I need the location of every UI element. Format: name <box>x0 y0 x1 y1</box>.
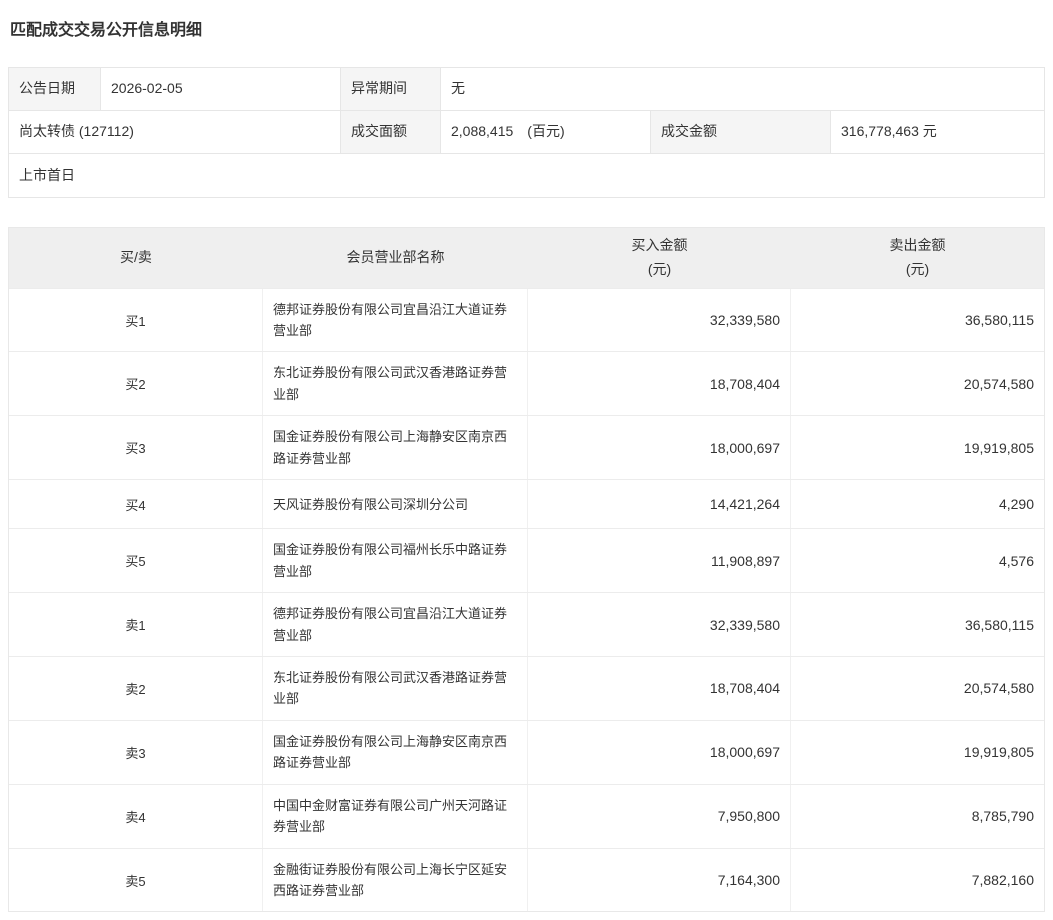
row-buy-amount: 18,708,404 <box>528 657 791 720</box>
table-row: 卖3 国金证券股份有限公司上海静安区南京西路证券营业部 18,000,697 1… <box>9 720 1044 784</box>
row-buy-amount: 32,339,580 <box>528 593 791 656</box>
row-buy-amount: 14,421,264 <box>528 480 791 528</box>
trade-table: 买/卖 会员营业部名称 买入金额 (元) 卖出金额 (元) 买1 德邦证券股份有… <box>8 227 1045 912</box>
row-sell-amount: 36,580,115 <box>791 593 1044 656</box>
row-branch-name: 德邦证券股份有限公司宜昌沿江大道证券营业部 <box>263 289 528 352</box>
row-side: 卖3 <box>9 721 263 784</box>
row-sell-amount: 4,576 <box>791 529 1044 592</box>
row-side: 卖1 <box>9 593 263 656</box>
row-sell-amount: 8,785,790 <box>791 785 1044 848</box>
face-value-label: 成交面额 <box>341 111 441 153</box>
row-sell-amount: 36,580,115 <box>791 289 1044 352</box>
row-side: 卖5 <box>9 849 263 912</box>
header-sell-amount-line1: 卖出金额 <box>890 234 946 258</box>
info-row-note: 上市首日 <box>9 154 1044 197</box>
page: 匹配成交交易公开信息明细 公告日期 2026-02-05 异常期间 无 尚太转债… <box>0 0 1053 920</box>
header-branch-name: 会员营业部名称 <box>263 228 528 288</box>
amount-value: 316,778,463 元 <box>831 111 1044 153</box>
row-branch-name: 德邦证券股份有限公司宜昌沿江大道证券营业部 <box>263 593 528 656</box>
table-body: 买1 德邦证券股份有限公司宜昌沿江大道证券营业部 32,339,580 36,5… <box>9 288 1044 912</box>
row-buy-amount: 32,339,580 <box>528 289 791 352</box>
face-value: 2,088,415 <box>451 122 513 142</box>
row-side: 买1 <box>9 289 263 352</box>
row-branch-name: 东北证券股份有限公司武汉香港路证券营业部 <box>263 352 528 415</box>
row-buy-amount: 18,000,697 <box>528 416 791 479</box>
table-row: 买2 东北证券股份有限公司武汉香港路证券营业部 18,708,404 20,57… <box>9 351 1044 415</box>
row-sell-amount: 20,574,580 <box>791 657 1044 720</box>
row-branch-name: 金融街证券股份有限公司上海长宁区延安西路证券营业部 <box>263 849 528 912</box>
table-row: 买3 国金证券股份有限公司上海静安区南京西路证券营业部 18,000,697 1… <box>9 415 1044 479</box>
row-branch-name: 国金证券股份有限公司福州长乐中路证券营业部 <box>263 529 528 592</box>
row-branch-name: 东北证券股份有限公司武汉香港路证券营业部 <box>263 657 528 720</box>
listing-note: 上市首日 <box>9 154 1044 197</box>
header-buy-amount-line1: 买入金额 <box>632 234 688 258</box>
table-row: 买4 天风证券股份有限公司深圳分公司 14,421,264 4,290 <box>9 479 1044 528</box>
header-buy-amount-unit: (元) <box>648 258 671 282</box>
row-side: 卖2 <box>9 657 263 720</box>
table-row: 卖1 德邦证券股份有限公司宜昌沿江大道证券营业部 32,339,580 36,5… <box>9 592 1044 656</box>
abnormal-period-label: 异常期间 <box>341 68 441 110</box>
table-row: 买5 国金证券股份有限公司福州长乐中路证券营业部 11,908,897 4,57… <box>9 528 1044 592</box>
amount-label: 成交金额 <box>651 111 831 153</box>
security-name: 尚太转债 (127112) <box>9 111 341 153</box>
row-side: 卖4 <box>9 785 263 848</box>
row-side: 买4 <box>9 480 263 528</box>
row-side: 买5 <box>9 529 263 592</box>
row-side: 买2 <box>9 352 263 415</box>
row-buy-amount: 11,908,897 <box>528 529 791 592</box>
page-title: 匹配成交交易公开信息明细 <box>10 16 1045 40</box>
announce-date-label: 公告日期 <box>9 68 101 110</box>
row-sell-amount: 7,882,160 <box>791 849 1044 912</box>
row-branch-name: 中国中金财富证券有限公司广州天河路证券营业部 <box>263 785 528 848</box>
header-side: 买/卖 <box>9 228 263 288</box>
row-branch-name: 国金证券股份有限公司上海静安区南京西路证券营业部 <box>263 416 528 479</box>
row-sell-amount: 19,919,805 <box>791 416 1044 479</box>
table-row: 卖5 金融街证券股份有限公司上海长宁区延安西路证券营业部 7,164,300 7… <box>9 848 1044 912</box>
abnormal-period-value: 无 <box>441 68 1044 110</box>
info-row-date: 公告日期 2026-02-05 异常期间 无 <box>9 68 1044 111</box>
row-branch-name: 天风证券股份有限公司深圳分公司 <box>263 480 528 528</box>
row-side: 买3 <box>9 416 263 479</box>
header-buy-amount: 买入金额 (元) <box>528 228 791 288</box>
row-sell-amount: 20,574,580 <box>791 352 1044 415</box>
row-buy-amount: 18,708,404 <box>528 352 791 415</box>
table-row: 买1 德邦证券股份有限公司宜昌沿江大道证券营业部 32,339,580 36,5… <box>9 288 1044 352</box>
row-buy-amount: 18,000,697 <box>528 721 791 784</box>
header-sell-amount: 卖出金额 (元) <box>791 228 1044 288</box>
row-buy-amount: 7,950,800 <box>528 785 791 848</box>
row-buy-amount: 7,164,300 <box>528 849 791 912</box>
table-row: 卖2 东北证券股份有限公司武汉香港路证券营业部 18,708,404 20,57… <box>9 656 1044 720</box>
summary-info-box: 公告日期 2026-02-05 异常期间 无 尚太转债 (127112) 成交面… <box>8 67 1045 198</box>
row-sell-amount: 19,919,805 <box>791 721 1044 784</box>
row-branch-name: 国金证券股份有限公司上海静安区南京西路证券营业部 <box>263 721 528 784</box>
header-sell-amount-unit: (元) <box>906 258 929 282</box>
announce-date-value: 2026-02-05 <box>101 68 341 110</box>
row-sell-amount: 4,290 <box>791 480 1044 528</box>
face-value-unit: (百元) <box>527 122 564 142</box>
table-row: 卖4 中国中金财富证券有限公司广州天河路证券营业部 7,950,800 8,78… <box>9 784 1044 848</box>
table-header: 买/卖 会员营业部名称 买入金额 (元) 卖出金额 (元) <box>9 228 1044 288</box>
info-row-security: 尚太转债 (127112) 成交面额 2,088,415 (百元) 成交金额 3… <box>9 111 1044 154</box>
face-value-cell: 2,088,415 (百元) <box>441 111 651 153</box>
